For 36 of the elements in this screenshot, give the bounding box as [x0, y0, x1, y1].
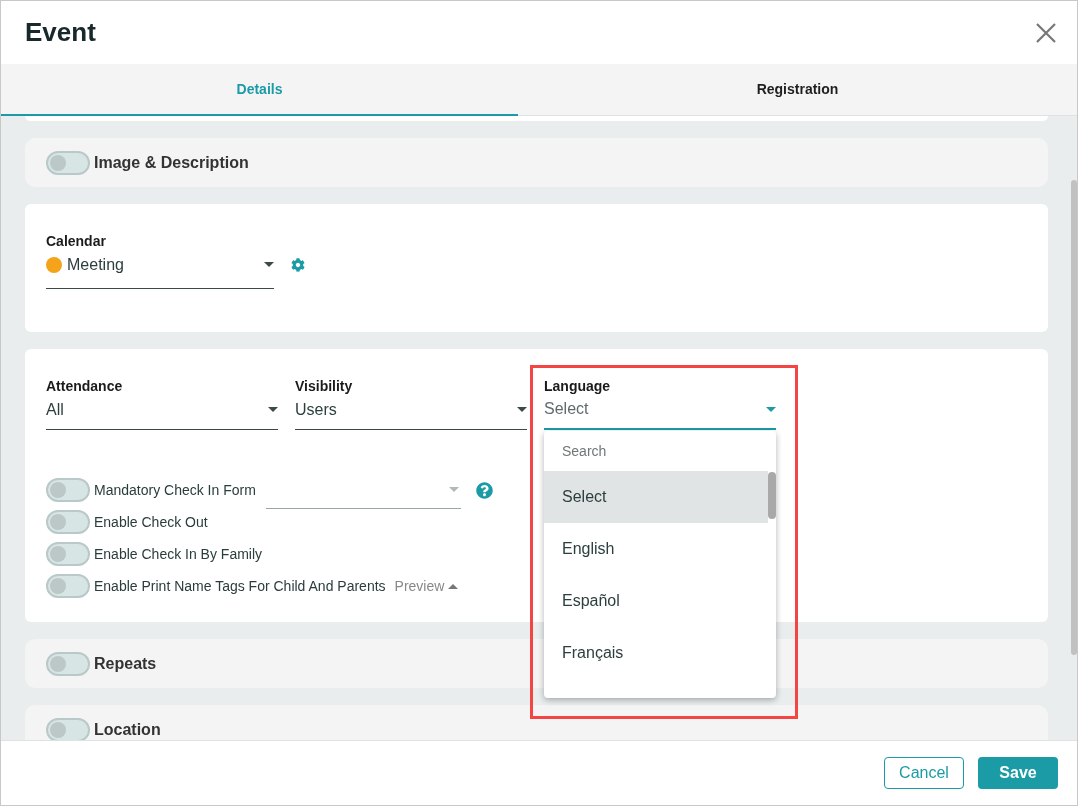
help-icon[interactable] — [475, 481, 493, 499]
toggle-switch[interactable] — [46, 542, 90, 566]
toggle-switch[interactable] — [46, 574, 90, 598]
section-title: Location — [94, 719, 161, 740]
field-label: Calendar — [46, 233, 106, 249]
select-field[interactable]: Users — [295, 394, 527, 430]
toggle-switch[interactable] — [46, 150, 90, 175]
caret-down-icon — [766, 406, 776, 412]
field-label: Language — [544, 378, 611, 394]
option-label: Enable Print Name Tags For Child And Parents — [94, 576, 386, 596]
field-label: Attendance — [46, 378, 123, 394]
window-title: Event — [25, 16, 96, 49]
settings-icon[interactable] — [291, 258, 305, 272]
select-field[interactable]: Meeting — [46, 249, 274, 289]
caret-down-icon — [448, 487, 459, 492]
caret-down-icon — [517, 407, 527, 412]
dropdown-option[interactable]: Select — [544, 471, 768, 523]
option-label: Enable Check Out — [94, 512, 208, 532]
section-title: Image & Description — [94, 152, 249, 173]
scrollbar-thumb[interactable] — [768, 472, 776, 519]
toggle-switch[interactable] — [46, 717, 90, 740]
caret-up-icon — [448, 583, 459, 589]
scrollbar-thumb[interactable] — [1071, 180, 1077, 655]
toggle-switch[interactable] — [46, 510, 90, 534]
close-icon[interactable] — [1036, 22, 1056, 43]
select-field[interactable]: All — [46, 394, 278, 430]
option-label: Enable Check In By Family — [94, 544, 263, 564]
caret-down-icon — [268, 407, 278, 412]
toggle-switch[interactable] — [46, 478, 90, 502]
field-label: Visibility — [295, 378, 353, 394]
option-label: Mandatory Check In Form — [94, 480, 256, 500]
preview-link[interactable]: Preview — [394, 575, 459, 597]
toggle-switch[interactable] — [46, 651, 90, 676]
search-field[interactable]: Search — [544, 431, 776, 471]
section-title: Repeats — [94, 653, 157, 674]
caret-down-icon — [264, 262, 274, 267]
